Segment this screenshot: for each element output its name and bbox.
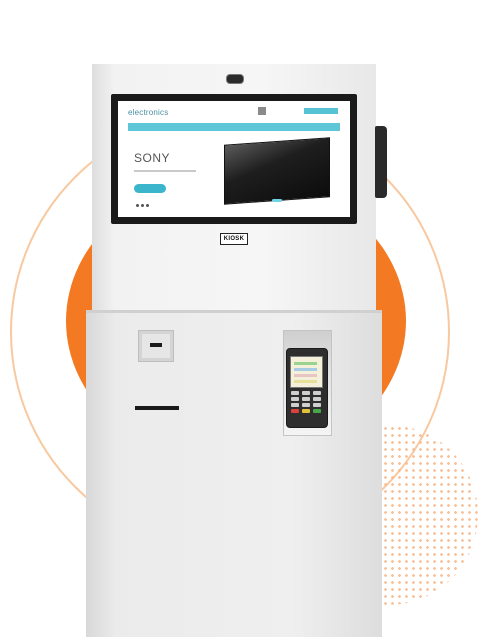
- terminal-screen-row: [294, 362, 317, 365]
- carousel-dot[interactable]: [141, 204, 144, 207]
- search-icon[interactable]: [258, 107, 266, 115]
- terminal-screen-row: [294, 380, 317, 383]
- keypad-key[interactable]: [302, 391, 310, 395]
- payment-terminal-keypad[interactable]: [291, 391, 321, 413]
- keypad-key[interactable]: [313, 391, 321, 395]
- screen-hero-button[interactable]: [134, 184, 166, 193]
- screen-hero-brand: SONY: [134, 151, 171, 165]
- kiosk-seam: [86, 310, 382, 313]
- receipt-slot: [135, 406, 179, 410]
- bill-slot: [150, 343, 162, 347]
- cart-icon[interactable]: [304, 108, 338, 114]
- carousel-dot[interactable]: [136, 204, 139, 207]
- kiosk-badge: KIOSK: [220, 233, 248, 245]
- keypad-key[interactable]: [302, 403, 310, 407]
- screen-hero-subtitle: [134, 170, 196, 172]
- screen-nav-bar[interactable]: [128, 123, 340, 131]
- keypad-key[interactable]: [291, 397, 299, 401]
- screen-carousel-dots[interactable]: [136, 204, 149, 207]
- terminal-screen-row: [294, 374, 317, 377]
- keypad-enter-key[interactable]: [313, 409, 321, 413]
- keypad-key[interactable]: [313, 403, 321, 407]
- keypad-key[interactable]: [291, 391, 299, 395]
- keypad-cancel-key[interactable]: [291, 409, 299, 413]
- kiosk-touchscreen[interactable]: electronics SONY: [118, 101, 350, 217]
- carousel-dot[interactable]: [146, 204, 149, 207]
- payment-terminal-screen: [290, 356, 323, 388]
- terminal-screen-row: [294, 368, 317, 371]
- screen-logo: electronics: [128, 108, 169, 117]
- screen-tv-image: [224, 137, 330, 205]
- screen-tv-stand-light: [272, 199, 282, 202]
- keypad-key[interactable]: [313, 397, 321, 401]
- kiosk-scene: electronics SONY KIOSK: [0, 0, 488, 637]
- camera-icon: [226, 74, 244, 84]
- keypad-clear-key[interactable]: [302, 409, 310, 413]
- kiosk-lower-body: [86, 312, 382, 637]
- keypad-key[interactable]: [291, 403, 299, 407]
- screen-header: electronics: [118, 101, 350, 121]
- keypad-key[interactable]: [302, 397, 310, 401]
- card-reader-icon: [375, 126, 387, 198]
